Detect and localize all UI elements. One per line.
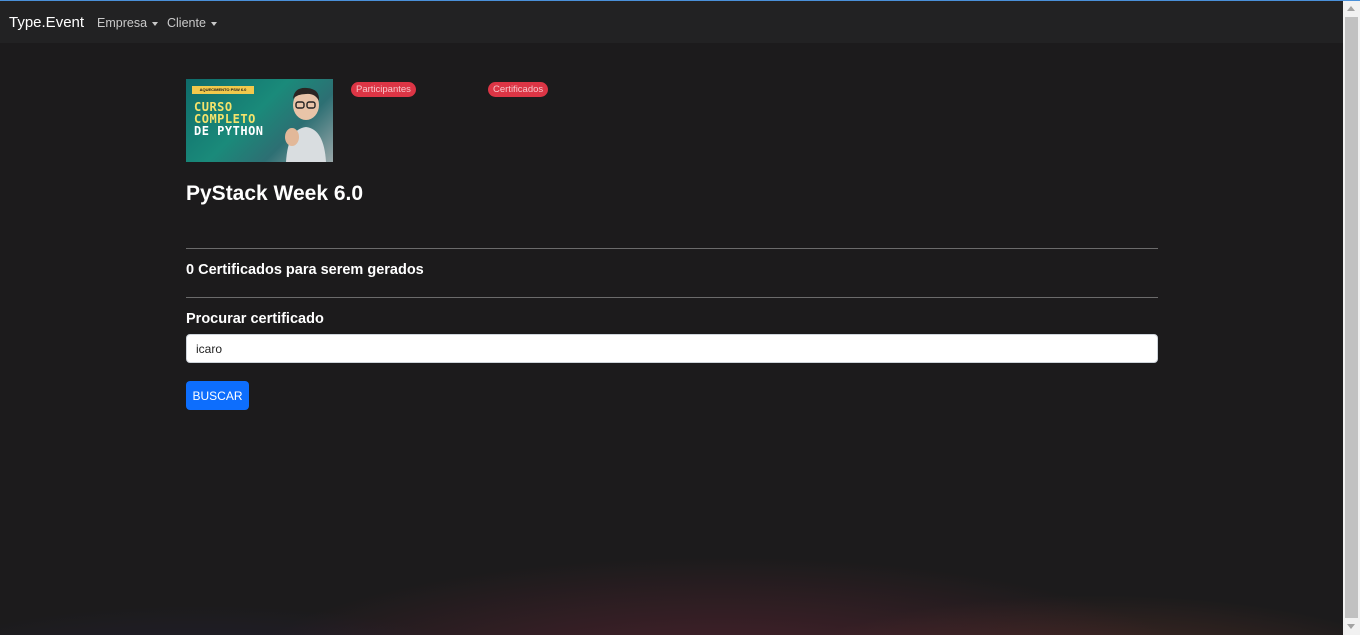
nav-dropdown-cliente[interactable]: Cliente (167, 16, 217, 30)
scroll-down-arrow-icon[interactable] (1347, 624, 1355, 629)
thumbnail-line3: DE PYTHON (194, 124, 264, 138)
scrollbar-thumb[interactable] (1345, 17, 1358, 618)
nav-dropdown-empresa[interactable]: Empresa (97, 16, 159, 30)
presenter-illustration (285, 87, 326, 162)
badge-certificates[interactable]: Certificados (488, 82, 549, 97)
certificates-to-generate: 0 Certificados para serem gerados (186, 262, 424, 278)
caret-down-icon (210, 21, 217, 26)
search-input[interactable] (186, 334, 1158, 363)
search-button[interactable]: BUSCAR (186, 381, 249, 410)
caret-down-icon (152, 21, 159, 26)
divider (186, 297, 1158, 298)
nav-dropdown-label: Empresa (97, 16, 148, 30)
nav-dropdown-label: Cliente (167, 16, 206, 30)
divider (186, 248, 1158, 249)
navbar: Type.Event Empresa Cliente (0, 1, 1343, 43)
badge-participants[interactable]: Participantes (351, 82, 416, 97)
brand-link[interactable]: Type.Event (9, 14, 84, 31)
scroll-up-arrow-icon[interactable] (1347, 6, 1355, 11)
event-title: PyStack Week 6.0 (186, 182, 364, 205)
event-thumbnail: AQUECIMENTO PSW 6.0 CURSO COMPLETO DE PY… (186, 79, 333, 162)
thumbnail-strip: AQUECIMENTO PSW 6.0 (192, 86, 254, 94)
search-label: Procurar certificado (186, 311, 324, 327)
